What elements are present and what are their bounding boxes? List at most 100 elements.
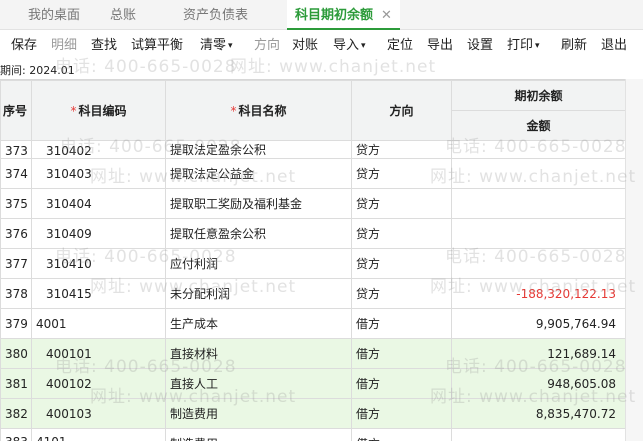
row-amount[interactable] bbox=[451, 248, 625, 279]
chevron-down-icon: ▾ bbox=[228, 41, 233, 51]
row-amount[interactable] bbox=[451, 218, 625, 249]
row-direction[interactable]: 贷方 bbox=[351, 278, 452, 309]
row-no: 376 bbox=[0, 218, 32, 249]
print-label: 打印 bbox=[507, 38, 534, 53]
settings-button[interactable]: 设置 bbox=[467, 30, 493, 62]
row-no: 378 bbox=[0, 278, 32, 309]
row-name[interactable]: 未分配利润 bbox=[165, 278, 352, 309]
row-direction[interactable]: 贷方 bbox=[351, 248, 452, 279]
row-code[interactable]: 310415 bbox=[31, 278, 166, 309]
table-row[interactable]: 380 400101 直接材料 借方 121,689.14 bbox=[0, 338, 625, 369]
tab-my-desktop[interactable]: 我的桌面 bbox=[28, 0, 80, 30]
tab-general-ledger[interactable]: 总账 bbox=[110, 0, 136, 30]
row-no: 373 bbox=[0, 140, 32, 159]
header-code-label: 科目编码 bbox=[78, 104, 127, 118]
row-amount[interactable]: 948,605.08 bbox=[451, 368, 625, 399]
table-row[interactable]: 374 310403 提取法定公益金 贷方 bbox=[0, 158, 625, 189]
row-no: 381 bbox=[0, 368, 32, 399]
row-direction[interactable]: 借方 bbox=[351, 398, 452, 429]
table-row[interactable]: 373 310402 提取法定盈余公积 贷方 bbox=[0, 140, 625, 159]
row-amount[interactable]: -188,320,122.13 bbox=[451, 278, 625, 309]
import-dropdown[interactable]: 导入 ▾ bbox=[333, 30, 366, 62]
row-name[interactable]: 应付利润 bbox=[165, 248, 352, 279]
locate-button[interactable]: 定位 bbox=[387, 30, 413, 62]
row-amount[interactable] bbox=[451, 188, 625, 219]
table-row[interactable]: 376 310409 提取任意盈余公积 贷方 bbox=[0, 218, 625, 249]
row-code[interactable]: 400102 bbox=[31, 368, 166, 399]
exit-button[interactable]: 退出 bbox=[601, 30, 627, 62]
row-code[interactable]: 310404 bbox=[31, 188, 166, 219]
table-row[interactable]: 378 310415 未分配利润 贷方 -188,320,122.13 bbox=[0, 278, 625, 309]
header-amount[interactable]: 金额 bbox=[451, 110, 625, 141]
chevron-down-icon: ▾ bbox=[535, 41, 540, 51]
row-code[interactable]: 310410 bbox=[31, 248, 166, 279]
row-no: 377 bbox=[0, 248, 32, 279]
row-code[interactable]: 400101 bbox=[31, 338, 166, 369]
header-name-label: 科目名称 bbox=[238, 104, 287, 118]
row-direction[interactable]: 借方 bbox=[351, 308, 452, 339]
close-icon[interactable]: ✕ bbox=[381, 8, 392, 23]
header-opening-balance: 期初余额 bbox=[451, 80, 625, 111]
header-name[interactable]: * 科目名称 bbox=[165, 80, 352, 141]
table-row[interactable]: 375 310404 提取职工奖励及福利基金 贷方 bbox=[0, 188, 625, 219]
row-amount[interactable]: 121,689.14 bbox=[451, 338, 625, 369]
row-amount[interactable]: 8,835,470.72 bbox=[451, 398, 625, 429]
row-name[interactable]: 直接材料 bbox=[165, 338, 352, 369]
row-direction[interactable]: 贷方 bbox=[351, 218, 452, 249]
row-no: 374 bbox=[0, 158, 32, 189]
row-amount[interactable] bbox=[451, 428, 625, 441]
row-amount[interactable] bbox=[451, 158, 625, 189]
toolbar: 保存 明细 查找 试算平衡 清零 ▾ 方向 对账 导入 ▾ 定位 导出 设置 打印 ▾… bbox=[0, 30, 643, 62]
row-direction[interactable]: 借方 bbox=[351, 338, 452, 369]
row-direction[interactable]: 借方 bbox=[351, 368, 452, 399]
table-row[interactable]: 383 4101 制造费用 借方 bbox=[0, 428, 625, 441]
row-code[interactable]: 310402 bbox=[31, 140, 166, 159]
row-amount[interactable]: 9,905,764.94 bbox=[451, 308, 625, 339]
row-code[interactable]: 4101 bbox=[31, 428, 166, 441]
required-mark: * bbox=[230, 104, 237, 118]
table-row[interactable]: 377 310410 应付利润 贷方 bbox=[0, 248, 625, 279]
row-amount[interactable] bbox=[451, 140, 625, 159]
clear-dropdown[interactable]: 清零 ▾ bbox=[200, 30, 233, 62]
vertical-scrollbar[interactable] bbox=[625, 79, 643, 441]
detail-button[interactable]: 明细 bbox=[51, 30, 77, 62]
row-name[interactable]: 提取法定盈余公积 bbox=[165, 140, 352, 159]
row-direction[interactable]: 借方 bbox=[351, 428, 452, 441]
row-code[interactable]: 310409 bbox=[31, 218, 166, 249]
reconcile-button[interactable]: 对账 bbox=[292, 30, 318, 62]
opening-balance-table: 序号 * 科目编码 * 科目名称 方向 期初余额 金额 373 310402 提取法… bbox=[0, 79, 625, 441]
find-button[interactable]: 查找 bbox=[91, 30, 117, 62]
chevron-down-icon: ▾ bbox=[361, 41, 366, 51]
row-name[interactable]: 提取职工奖励及福利基金 bbox=[165, 188, 352, 219]
row-direction[interactable]: 贷方 bbox=[351, 158, 452, 189]
row-name[interactable]: 提取法定公益金 bbox=[165, 158, 352, 189]
table-row[interactable]: 379 4001 生产成本 借方 9,905,764.94 bbox=[0, 308, 625, 339]
row-direction[interactable]: 贷方 bbox=[351, 140, 452, 159]
table-row[interactable]: 381 400102 直接人工 借方 948,605.08 bbox=[0, 368, 625, 399]
row-code[interactable]: 310403 bbox=[31, 158, 166, 189]
header-direction[interactable]: 方向 bbox=[351, 80, 452, 141]
refresh-button[interactable]: 刷新 bbox=[561, 30, 587, 62]
row-name[interactable]: 直接人工 bbox=[165, 368, 352, 399]
row-code[interactable]: 400103 bbox=[31, 398, 166, 429]
row-name[interactable]: 提取任意盈余公积 bbox=[165, 218, 352, 249]
row-code[interactable]: 4001 bbox=[31, 308, 166, 339]
header-code[interactable]: * 科目编码 bbox=[31, 80, 166, 141]
print-dropdown[interactable]: 打印 ▾ bbox=[507, 30, 540, 62]
required-mark: * bbox=[70, 104, 77, 118]
period-label: 期间: 2024.01 bbox=[0, 64, 75, 77]
row-direction[interactable]: 贷方 bbox=[351, 188, 452, 219]
row-no: 382 bbox=[0, 398, 32, 429]
export-button[interactable]: 导出 bbox=[427, 30, 453, 62]
table-row[interactable]: 382 400103 制造费用 借方 8,835,470.72 bbox=[0, 398, 625, 429]
tab-opening-balance-label: 科目期初余额 bbox=[295, 8, 374, 23]
row-name[interactable]: 生产成本 bbox=[165, 308, 352, 339]
tab-balance-sheet[interactable]: 资产负债表 bbox=[183, 0, 248, 30]
row-no: 383 bbox=[0, 428, 32, 441]
row-name[interactable]: 制造费用 bbox=[165, 398, 352, 429]
direction-button[interactable]: 方向 bbox=[254, 30, 280, 62]
row-name[interactable]: 制造费用 bbox=[165, 428, 352, 441]
tab-opening-balance[interactable]: 科目期初余额 ✕ bbox=[287, 0, 400, 30]
save-button[interactable]: 保存 bbox=[11, 30, 37, 62]
trial-balance-button[interactable]: 试算平衡 bbox=[131, 30, 183, 62]
